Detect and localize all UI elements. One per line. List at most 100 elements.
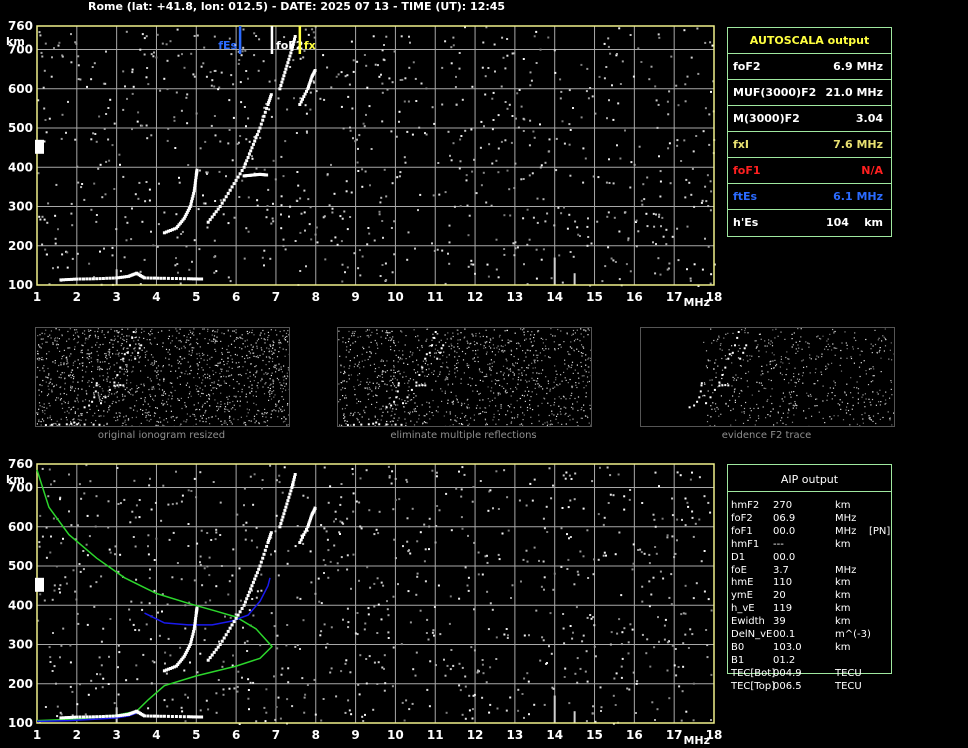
thumb-noise (165, 348, 168, 350)
noise-dot (168, 538, 171, 541)
noise-dot (77, 181, 80, 184)
noise-dot (228, 687, 231, 690)
noise-dot (53, 589, 56, 592)
thumb-noise (255, 404, 257, 406)
noise-dot (335, 75, 338, 78)
noise-dot (52, 267, 54, 270)
thumb-noise (360, 381, 362, 383)
thumb-noise (572, 408, 574, 410)
noise-dot (74, 138, 77, 141)
thumb-noise (263, 421, 265, 423)
noise-dot (704, 41, 707, 44)
noise-dot (213, 115, 216, 117)
trace-point (191, 194, 195, 198)
thumb-noise (385, 337, 387, 339)
noise-dot (467, 576, 470, 579)
trace-point (190, 637, 194, 641)
noise-dot (288, 215, 290, 218)
noise-dot (445, 711, 448, 714)
noise-dot (263, 168, 266, 171)
noise-dot (313, 81, 315, 84)
thumb-noise (217, 329, 219, 331)
thumb-noise (268, 351, 270, 353)
noise-dot (428, 517, 431, 520)
thumb-noise (482, 380, 484, 382)
thumb-trace (58, 423, 61, 426)
thumb-noise (521, 329, 524, 331)
noise-dot (56, 705, 59, 708)
noise-dot (582, 555, 585, 558)
noise-dot (427, 638, 430, 641)
thumb-noise (269, 378, 271, 380)
thumb-noise (883, 350, 885, 352)
noise-dot (146, 137, 149, 140)
noise-dot (492, 119, 495, 121)
thumb-noise (228, 410, 230, 412)
noise-dot (576, 570, 579, 573)
thumb-noise (569, 378, 571, 381)
thumb-noise (142, 409, 144, 412)
noise-dot (209, 599, 212, 602)
thumb-noise (93, 386, 95, 388)
noise-dot (567, 506, 570, 509)
thumb-noise (131, 388, 133, 390)
noise-dot (374, 63, 377, 66)
thumb-noise (437, 375, 439, 377)
noise-dot (670, 55, 673, 58)
thumb-noise (189, 329, 191, 331)
thumb-noise (216, 405, 218, 408)
thumb-noise (413, 408, 415, 410)
thumb-noise (345, 423, 347, 425)
noise-dot (272, 159, 275, 162)
thumb-noise (557, 422, 559, 424)
thumb-noise (223, 375, 225, 377)
thumb-noise (382, 405, 384, 407)
noise-dot (655, 552, 658, 555)
thumb-noise (460, 404, 463, 407)
thumb-noise (277, 416, 279, 418)
y-tick-label: 200 (8, 239, 33, 253)
thumb-noise (117, 341, 119, 343)
thumb-noise (478, 369, 481, 371)
noise-dot (353, 252, 356, 255)
thumb-noise (159, 417, 161, 419)
trace-point (75, 277, 79, 281)
noise-dot (352, 59, 355, 62)
thumb-noise (498, 392, 500, 394)
thumb-trace (116, 384, 119, 387)
thumb-noise (104, 394, 106, 397)
noise-dot (660, 225, 662, 228)
thumb-noise (393, 366, 395, 368)
thumb-noise (162, 404, 164, 406)
thumb-noise (496, 380, 498, 382)
thumb-noise (348, 338, 350, 340)
thumb-noise (574, 369, 576, 371)
noise-dot (648, 580, 651, 583)
thumb-noise (569, 353, 571, 356)
thumb-noise (171, 365, 173, 367)
thumb-noise (540, 386, 542, 388)
noise-dot (455, 103, 458, 106)
thumb-noise (214, 342, 216, 344)
trace-point (190, 197, 194, 201)
noise-dot (199, 652, 202, 655)
thumb-noise (874, 343, 877, 346)
thumb-noise (227, 330, 229, 332)
noise-dot (146, 67, 149, 69)
thumb-noise (237, 419, 239, 421)
trace-point (182, 715, 186, 719)
noise-dot (277, 574, 280, 577)
thumb-noise (99, 367, 101, 369)
noise-dot (255, 596, 258, 599)
trace-point (192, 277, 196, 281)
noise-dot (178, 176, 180, 179)
thumb-noise (70, 377, 72, 379)
trace-point (91, 277, 95, 281)
thumb-noise (755, 420, 757, 422)
noise-dot (428, 705, 431, 708)
noise-dot (90, 208, 93, 211)
noise-dot (605, 554, 607, 557)
thumb-noise (586, 415, 588, 417)
thumb-noise (703, 341, 705, 343)
thumb-noise (526, 386, 528, 388)
